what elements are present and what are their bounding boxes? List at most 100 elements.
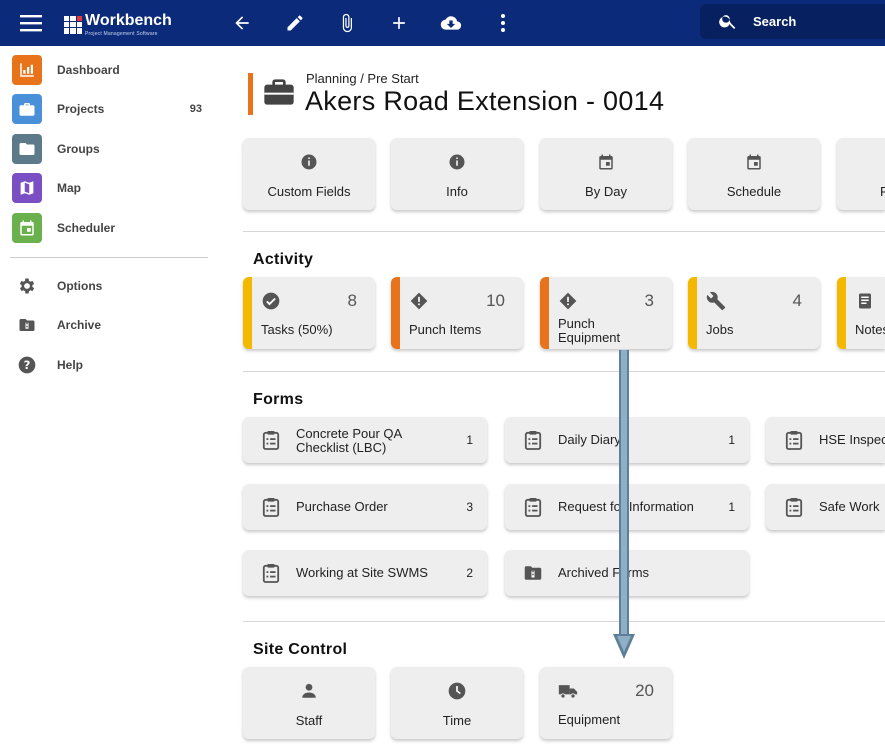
calendar-icon bbox=[596, 152, 616, 172]
menu-icon[interactable] bbox=[17, 9, 45, 37]
time-card[interactable]: Time bbox=[391, 667, 523, 739]
clipboard-icon bbox=[261, 430, 281, 450]
truck-icon bbox=[558, 681, 578, 701]
logo-grid-icon bbox=[64, 15, 82, 34]
jobs-card[interactable]: 4 Jobs bbox=[688, 277, 820, 349]
wrench-icon bbox=[706, 291, 726, 311]
sidebar-item-map[interactable]: Map bbox=[12, 173, 212, 203]
sidebar-item-archive[interactable]: Archive bbox=[12, 310, 212, 340]
sidebar-item-label: Groups bbox=[57, 142, 100, 156]
form-label: HSE Inspection bbox=[819, 433, 885, 447]
sidebar-item-label: Dashboard bbox=[57, 63, 120, 77]
notes-icon bbox=[855, 291, 875, 311]
clock-icon bbox=[447, 681, 467, 701]
sidebar-item-groups[interactable]: Groups bbox=[12, 134, 212, 164]
form-working-at-site-swms[interactable]: Working at Site SWMS 2 bbox=[243, 550, 487, 596]
back-arrow-icon[interactable] bbox=[228, 9, 256, 37]
punch-items-card[interactable]: 10 Punch Items bbox=[391, 277, 523, 349]
by-day-card[interactable]: By Day bbox=[540, 138, 672, 210]
section-divider bbox=[243, 231, 885, 232]
map-icon bbox=[12, 173, 42, 203]
form-label: Archived Forms bbox=[558, 566, 650, 580]
logo-subtitle: Project Management Software bbox=[85, 31, 158, 37]
punch-equipment-card[interactable]: 3 Punch Equipment bbox=[540, 277, 672, 349]
equipment-card[interactable]: 20 Equipment bbox=[540, 667, 672, 739]
sidebar-item-label: Map bbox=[57, 181, 81, 195]
search-label: Search bbox=[753, 14, 797, 29]
form-label: Daily Diary bbox=[558, 433, 621, 447]
app-logo[interactable]: Workbench Project Management Software bbox=[64, 12, 172, 37]
schedule-card[interactable]: Schedule bbox=[688, 138, 820, 210]
top-bar: Workbench Project Management Software Se… bbox=[0, 0, 885, 46]
partial-card[interactable]: F bbox=[837, 138, 885, 210]
cloud-download-icon[interactable] bbox=[437, 9, 465, 37]
clipboard-icon bbox=[523, 497, 543, 517]
status-stripe bbox=[688, 277, 697, 349]
info-icon bbox=[299, 152, 319, 172]
sidebar-item-scheduler[interactable]: Scheduler bbox=[12, 213, 212, 243]
card-label: Jobs bbox=[706, 322, 734, 337]
form-safe-work[interactable]: Safe Work bbox=[766, 484, 885, 530]
tasks-card[interactable]: 8 Tasks (50%) bbox=[243, 277, 375, 349]
archive-icon bbox=[12, 310, 42, 340]
equipment-count: 20 bbox=[635, 681, 654, 700]
staff-card[interactable]: Staff bbox=[243, 667, 375, 739]
search-box[interactable]: Search bbox=[700, 4, 885, 39]
form-purchase-order[interactable]: Purchase Order 3 bbox=[243, 484, 487, 530]
clipboard-icon bbox=[784, 430, 804, 450]
card-label: Schedule bbox=[726, 184, 782, 199]
forms-heading: Forms bbox=[253, 391, 304, 408]
punch-items-count: 10 bbox=[486, 291, 505, 310]
sidebar-item-options[interactable]: Options bbox=[12, 271, 212, 301]
sidebar-item-label: Help bbox=[57, 358, 84, 372]
edit-pencil-icon[interactable] bbox=[281, 9, 309, 37]
custom-fields-card[interactable]: Custom Fields bbox=[243, 138, 375, 210]
jobs-count: 4 bbox=[792, 291, 802, 310]
status-stripe bbox=[243, 277, 252, 349]
notes-card[interactable]: Notes bbox=[837, 277, 885, 349]
card-label: Time bbox=[442, 713, 472, 728]
form-label: Request for Information bbox=[558, 500, 694, 514]
card-label: Punch Items bbox=[409, 322, 482, 337]
form-label: Concrete Pour QA Checklist (LBC) bbox=[296, 427, 402, 455]
archive-icon bbox=[523, 563, 543, 583]
sidebar-item-help[interactable]: ? Help bbox=[12, 350, 212, 380]
page-title: Akers Road Extension - 0014 bbox=[305, 86, 665, 116]
form-hse-inspection[interactable]: HSE Inspection bbox=[766, 417, 885, 463]
warning-diamond-icon bbox=[558, 291, 578, 311]
breadcrumb[interactable]: Planning / Pre Start bbox=[306, 71, 419, 86]
person-icon bbox=[299, 681, 319, 701]
form-label: Working at Site SWMS bbox=[296, 566, 428, 580]
card-label: Tasks (50%) bbox=[261, 322, 333, 337]
more-vertical-icon[interactable] bbox=[489, 9, 517, 37]
clipboard-icon bbox=[523, 430, 543, 450]
sidebar-divider bbox=[10, 257, 208, 258]
sidebar-item-projects[interactable]: Projects 93 bbox=[12, 94, 212, 124]
svg-text:?: ? bbox=[24, 358, 31, 372]
card-label: F bbox=[880, 184, 885, 199]
section-divider bbox=[243, 621, 885, 622]
form-label: Purchase Order bbox=[296, 500, 388, 514]
annotation-arrow bbox=[612, 350, 636, 667]
clipboard-icon bbox=[261, 563, 281, 583]
info-icon bbox=[447, 152, 467, 172]
form-concrete-pour[interactable]: Concrete Pour QA Checklist (LBC) 1 bbox=[243, 417, 487, 463]
section-divider bbox=[243, 371, 885, 372]
search-icon bbox=[718, 11, 738, 36]
form-count: 1 bbox=[466, 433, 473, 447]
header-accent-bar bbox=[248, 73, 253, 115]
sidebar-item-label: Projects bbox=[57, 102, 105, 116]
add-plus-icon[interactable] bbox=[385, 9, 413, 37]
status-stripe bbox=[540, 277, 549, 349]
help-icon: ? bbox=[12, 350, 42, 380]
clipboard-icon bbox=[784, 497, 804, 517]
check-circle-icon bbox=[261, 291, 281, 311]
card-label: Equipment bbox=[558, 712, 621, 727]
attachment-icon[interactable] bbox=[333, 9, 361, 37]
activity-heading: Activity bbox=[253, 251, 314, 268]
briefcase-icon bbox=[12, 94, 42, 124]
sidebar-item-dashboard[interactable]: Dashboard bbox=[12, 55, 212, 85]
info-card[interactable]: Info bbox=[391, 138, 523, 210]
card-label: By Day bbox=[585, 184, 627, 199]
chart-icon bbox=[12, 55, 42, 85]
